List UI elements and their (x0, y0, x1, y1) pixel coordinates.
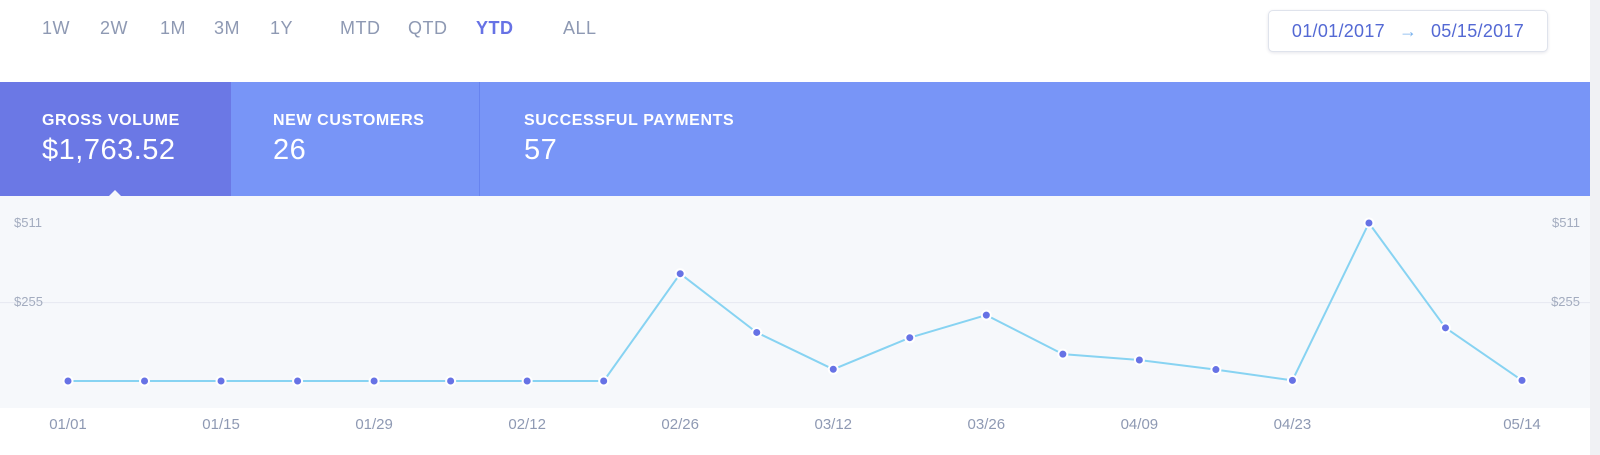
x-tick-label: 04/09 (1121, 416, 1159, 433)
x-tick-label: 04/23 (1274, 416, 1312, 433)
data-point (215, 375, 227, 387)
data-point (1133, 354, 1145, 366)
y-tick-label-right: $255 (1551, 294, 1580, 309)
data-point (292, 375, 304, 387)
data-point (368, 375, 380, 387)
x-tick-label: 01/15 (202, 416, 240, 433)
gross-volume-chart: $511 $511 $255 $255 01/01 01/15 01/29 02/12 02/2… (0, 215, 1590, 433)
y-tick-label-right: $511 (1552, 215, 1580, 230)
data-point (1363, 217, 1375, 229)
data-point (751, 326, 763, 338)
x-tick-label: 02/12 (508, 416, 546, 433)
x-tick-label: 05/14 (1503, 416, 1541, 433)
x-tick-label: 03/26 (968, 416, 1006, 433)
data-point (445, 375, 457, 387)
data-point (521, 375, 533, 387)
data-point (598, 375, 610, 387)
data-point (904, 332, 916, 344)
data-point (1516, 374, 1528, 386)
series-line (68, 222, 1523, 382)
data-point (827, 363, 839, 375)
data-point (1057, 348, 1069, 360)
data-point (674, 268, 686, 280)
x-tick-label: 01/01 (49, 416, 87, 433)
data-point (1286, 374, 1298, 386)
data-point (980, 309, 992, 321)
x-tick-label: 02/26 (661, 416, 699, 433)
data-point (1439, 322, 1451, 334)
y-tick-label-left: $511 (14, 215, 42, 230)
x-tick-label: 03/12 (814, 416, 852, 433)
data-point (62, 375, 74, 387)
y-tick-label-left: $255 (14, 294, 43, 309)
data-point (1210, 364, 1222, 376)
x-tick-label: 01/29 (355, 416, 393, 433)
data-point (139, 375, 151, 387)
